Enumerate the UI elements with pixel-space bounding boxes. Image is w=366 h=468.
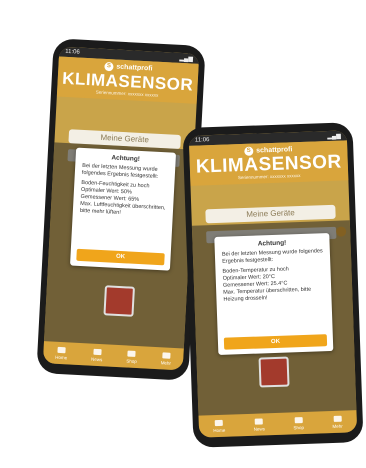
shop-icon <box>294 416 303 423</box>
more-icon <box>162 351 171 359</box>
nav-more[interactable]: Mehr <box>332 415 343 429</box>
shop-icon <box>127 350 137 357</box>
dialog-intro: Bei der letzten Messung wurde folgendes … <box>81 162 159 180</box>
nav-news[interactable]: News <box>253 417 265 431</box>
alert-dialog: Achtung! Bei der letzten Messung wurde f… <box>214 233 334 355</box>
dialog-title: Achtung! <box>257 239 287 248</box>
news-icon <box>92 348 102 355</box>
app-header: S schattprofi KLIMASENSOR Seriennummer: … <box>189 140 349 186</box>
signal-icon: ▂▄▆ <box>179 55 194 63</box>
signal-icon: ▂▄▆ <box>327 133 341 140</box>
dialog-details: Boden-Temperatur zu hoch Optimaler Wert:… <box>222 266 312 303</box>
home-icon <box>57 346 66 353</box>
home-icon <box>214 419 224 426</box>
phone-2: 11:06 ▂▄▆ S schattprofi KLIMASENSOR Seri… <box>182 122 364 448</box>
nav-home[interactable]: Home <box>213 419 225 433</box>
brand-logo-icon: S <box>104 61 114 72</box>
more-icon <box>333 415 342 422</box>
ok-button[interactable]: OK <box>76 248 165 266</box>
bottom-nav: Home News Shop Mehr <box>198 410 358 438</box>
ok-button[interactable]: OK <box>223 334 328 350</box>
sensor-device-image <box>103 285 135 317</box>
nav-news[interactable]: News <box>91 348 103 362</box>
nav-shop[interactable]: Shop <box>293 416 304 430</box>
alert-dialog: Achtung! Bei der letzten Messung wurde f… <box>70 147 177 271</box>
status-time: 11:06 <box>194 137 210 144</box>
nav-shop[interactable]: Shop <box>126 350 137 364</box>
sensor-device-image <box>258 356 290 388</box>
phone-2-screen: 11:06 ▂▄▆ S schattprofi KLIMASENSOR Seri… <box>188 130 358 438</box>
news-icon <box>254 417 264 425</box>
status-time: 11:06 <box>65 48 80 56</box>
phone-1: 11:06 ▂▄▆ S schattprofi KLIMASENSOR Seri… <box>36 38 206 381</box>
phone-1-screen: 11:06 ▂▄▆ S schattprofi KLIMASENSOR Seri… <box>42 46 200 371</box>
nav-more[interactable]: Mehr <box>161 351 172 365</box>
nav-home[interactable]: Home <box>55 346 68 360</box>
app-header: S schattprofi KLIMASENSOR Seriennummer: … <box>56 56 199 104</box>
dialog-intro: Bei der letzten Messung wurde folgendes … <box>221 248 323 265</box>
dialog-details: Boden-Feuchtigkeit zu hoch Optimaler Wer… <box>79 179 166 216</box>
